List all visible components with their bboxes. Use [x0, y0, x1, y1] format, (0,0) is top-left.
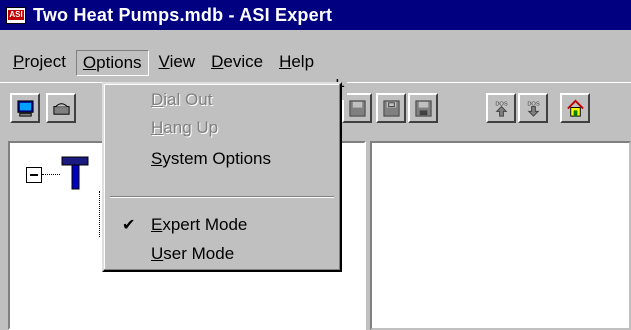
menu-project[interactable]: Project: [13, 50, 72, 76]
options-menu: Dial Out Hang Up System Options ✔ Expert …: [102, 82, 342, 272]
menu-accel: U: [151, 244, 164, 263]
hammer-icon[interactable]: [60, 155, 92, 191]
toolbar-button-computer[interactable]: [10, 93, 40, 123]
menu-accel: V: [158, 52, 170, 71]
collapse-icon[interactable]: [26, 167, 42, 183]
menu-help[interactable]: Help: [273, 50, 320, 76]
menu-bar: Project Options View Device Help: [0, 50, 324, 76]
toolbar-button-modem[interactable]: [46, 93, 76, 123]
computer-icon: [17, 100, 34, 117]
window-title: Two Heat Pumps.mdb - ASI Expert: [33, 4, 333, 25]
menu-view[interactable]: View: [153, 50, 202, 76]
menu-options[interactable]: Options: [75, 50, 149, 76]
menu-item-system-options[interactable]: System Options: [104, 146, 340, 172]
save-icon: [349, 100, 366, 117]
menu-accel: E: [151, 215, 163, 234]
menu-label: iew: [169, 52, 196, 71]
menu-device[interactable]: Device: [205, 50, 269, 76]
menu-label: evice: [223, 52, 264, 71]
toolbar-button-dos-upload[interactable]: DOS: [486, 93, 516, 123]
menu-accel: D: [151, 90, 164, 109]
menu-item-label: xpert Mode: [162, 215, 248, 234]
menu-item-label: ser Mode: [163, 244, 235, 263]
menu-accel: H: [279, 52, 292, 71]
menu-item-label: ang Up: [163, 118, 219, 137]
detail-panel[interactable]: [370, 141, 631, 330]
save-as-icon: [415, 100, 432, 117]
menu-separator: [110, 196, 334, 198]
save-all-icon: [383, 100, 400, 117]
menu-item-hang-up: Hang Up: [104, 115, 340, 141]
asi-app-icon[interactable]: ASI: [6, 6, 26, 24]
home-icon: [567, 99, 584, 117]
checkmark-icon: ✔: [122, 215, 136, 234]
title-bar: ASI Two Heat Pumps.mdb - ASI Expert: [0, 0, 631, 30]
toolbar-button-home[interactable]: [560, 93, 590, 123]
menu-item-label: ial Out: [163, 90, 213, 109]
menu-accel: D: [211, 52, 224, 71]
tree-connector: [42, 174, 60, 175]
dos-upload-icon: DOS: [495, 102, 508, 117]
tree-connector: [99, 191, 100, 237]
toolbar-button-save-all[interactable]: [376, 93, 406, 123]
menu-accel: O: [82, 53, 97, 72]
toolbar-button-save-as[interactable]: [408, 93, 438, 123]
menu-accel: H: [151, 118, 164, 137]
dos-download-icon: DOS: [527, 102, 540, 117]
app-icon-text: ASI: [8, 10, 24, 20]
menu-item-expert-mode[interactable]: ✔ Expert Mode: [104, 212, 340, 238]
menu-label: roject: [24, 52, 66, 71]
menu-item-dial-out: Dial Out: [104, 87, 340, 113]
menu-label: ptions: [96, 53, 142, 72]
toolbar-button-dos-download[interactable]: DOS: [518, 93, 548, 123]
modem-icon: [53, 103, 70, 115]
menu-label: elp: [291, 52, 315, 71]
menu-accel: S: [151, 149, 163, 168]
menu-accel: P: [13, 52, 25, 71]
menu-item-user-mode[interactable]: User Mode: [104, 241, 340, 267]
menu-item-label: ystem Options: [162, 149, 271, 168]
